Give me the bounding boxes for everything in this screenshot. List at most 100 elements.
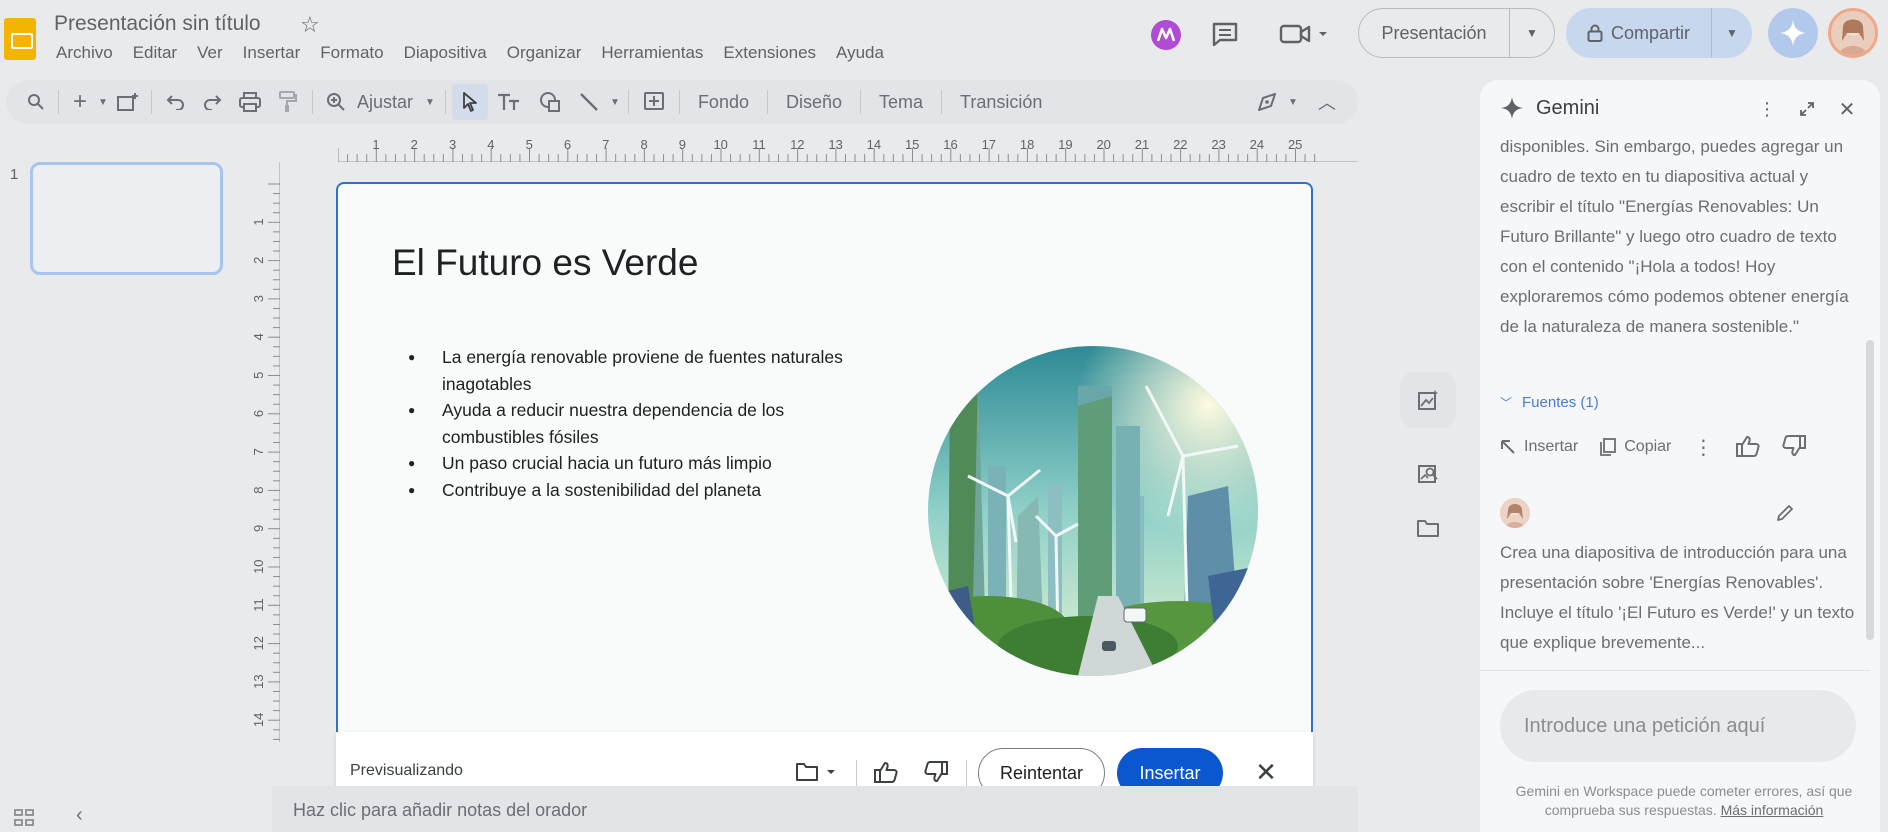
search-menus-icon[interactable] bbox=[20, 84, 52, 120]
insert-response-button[interactable]: Insertar bbox=[1500, 438, 1578, 456]
gemini-response: disponibles. Sin embargo, puedes agregar… bbox=[1500, 137, 1849, 336]
theme-button[interactable]: Tema bbox=[867, 92, 935, 113]
meet-icon[interactable] bbox=[1276, 14, 1336, 54]
layout-button[interactable]: Diseño bbox=[774, 92, 854, 113]
vertical-ruler[interactable]: 1234567891011121314 bbox=[251, 162, 280, 742]
comments-icon[interactable] bbox=[1205, 14, 1245, 54]
star-icon[interactable]: ☆ bbox=[300, 12, 320, 38]
speaker-notes-placeholder[interactable]: Haz clic para añadir notas del orador bbox=[293, 800, 587, 821]
document-title[interactable]: Presentación sin título bbox=[54, 12, 261, 36]
extension-icon[interactable] bbox=[1146, 15, 1186, 55]
select-cursor-icon[interactable] bbox=[451, 84, 488, 120]
horizontal-ruler[interactable]: 1 2 3 4 5 6 7 8 9 10 11 12 13 14 15 16 17 18 19 20 21 22 23 24 2… bbox=[337, 136, 1358, 162]
text-box-icon[interactable] bbox=[488, 84, 530, 120]
present-button[interactable]: Presentación ▼ bbox=[1358, 8, 1555, 58]
new-slide-plus-icon[interactable]: + bbox=[65, 84, 95, 120]
chevron-down-icon[interactable]: ▼ bbox=[608, 84, 622, 120]
grid-view-icon[interactable] bbox=[14, 808, 34, 832]
shape-icon[interactable] bbox=[530, 84, 570, 120]
new-slide-layout-icon[interactable] bbox=[111, 84, 145, 120]
print-icon[interactable] bbox=[230, 84, 270, 120]
menu-file[interactable]: Archivo bbox=[46, 43, 123, 63]
chevron-down-icon[interactable]: ▼ bbox=[1712, 26, 1752, 40]
menu-arrange[interactable]: Organizar bbox=[497, 43, 592, 63]
slide-canvas[interactable]: El Futuro es Verde La energía renovable … bbox=[336, 182, 1313, 732]
line-icon[interactable] bbox=[570, 84, 608, 120]
ruler-label: 8 bbox=[254, 486, 266, 493]
ruler-label: 23 bbox=[1211, 137, 1225, 152]
slide-thumbnail[interactable] bbox=[30, 162, 223, 275]
pen-tool-icon[interactable] bbox=[1252, 84, 1282, 120]
close-icon[interactable]: ✕ bbox=[1834, 96, 1860, 122]
bullet-item: Ayuda a reducir nuestra dependencia de l… bbox=[408, 397, 848, 450]
folder-icon[interactable] bbox=[792, 754, 848, 790]
add-comment-icon[interactable] bbox=[635, 84, 673, 120]
ruler-label: 19 bbox=[1058, 137, 1072, 152]
learn-more-link[interactable]: Más información bbox=[1721, 802, 1824, 818]
green-city-image[interactable] bbox=[928, 346, 1258, 676]
thumbs-down-icon[interactable] bbox=[918, 754, 954, 790]
collapse-toolbar-icon[interactable]: ︿ bbox=[1312, 84, 1342, 120]
insert-response-label: Insertar bbox=[1524, 438, 1579, 455]
edit-pencil-icon[interactable] bbox=[1776, 504, 1794, 527]
expand-icon[interactable] bbox=[1794, 96, 1820, 122]
more-vert-icon[interactable]: ⋮ bbox=[1754, 96, 1780, 122]
scrollbar-thumb[interactable] bbox=[1866, 340, 1874, 640]
sources-toggle[interactable]: ﹀ Fuentes (1) bbox=[1500, 394, 1599, 411]
copy-button[interactable]: Copiar bbox=[1600, 438, 1671, 456]
thumbs-down-icon[interactable] bbox=[1782, 435, 1806, 462]
generate-image-icon[interactable] bbox=[1412, 384, 1444, 416]
folder-icon[interactable] bbox=[1412, 512, 1444, 544]
menu-extensions[interactable]: Extensiones bbox=[713, 43, 826, 63]
gemini-header: Gemini ⋮ ✕ bbox=[1480, 80, 1880, 136]
ruler-label: 14 bbox=[867, 137, 881, 152]
ruler-label: 11 bbox=[752, 137, 766, 152]
chevron-down-icon[interactable]: ▼ bbox=[95, 84, 111, 120]
thumbs-up-icon[interactable] bbox=[1736, 435, 1760, 462]
zoom-select[interactable]: Ajustar ▼ bbox=[353, 84, 439, 120]
background-button[interactable]: Fondo bbox=[686, 92, 761, 113]
chevron-down-icon: ﹀ bbox=[1500, 396, 1513, 410]
present-label[interactable]: Presentación bbox=[1359, 9, 1510, 57]
menu-bar: Archivo Editar Ver Insertar Formato Diap… bbox=[46, 43, 894, 63]
menu-help[interactable]: Ayuda bbox=[826, 43, 894, 63]
ruler-label: 1 bbox=[372, 137, 379, 152]
bullet-item: La energía renovable proviene de fuentes… bbox=[408, 344, 848, 397]
image-search-icon[interactable] bbox=[1412, 458, 1444, 490]
top-bar: Presentación sin título ☆ Archivo Editar… bbox=[0, 0, 1888, 72]
zoom-icon[interactable] bbox=[319, 84, 353, 120]
transition-button[interactable]: Transición bbox=[948, 92, 1054, 113]
share-button[interactable]: Compartir ▼ bbox=[1566, 8, 1752, 58]
gemini-prompt-input[interactable] bbox=[1500, 690, 1856, 762]
ruler-label: 6 bbox=[564, 137, 571, 152]
slides-logo-icon[interactable] bbox=[4, 18, 36, 60]
thumbs-up-icon[interactable] bbox=[868, 754, 904, 790]
ruler-label: 22 bbox=[1173, 137, 1187, 152]
menu-insert[interactable]: Insertar bbox=[233, 43, 311, 63]
close-icon[interactable]: ✕ bbox=[1248, 754, 1284, 790]
share-main[interactable]: Compartir bbox=[1566, 8, 1712, 58]
gemini-scrollbar[interactable] bbox=[1866, 120, 1874, 680]
menu-edit[interactable]: Editar bbox=[123, 43, 187, 63]
ruler-label: 7 bbox=[602, 137, 609, 152]
gemini-sparkle-icon[interactable] bbox=[1768, 8, 1818, 58]
gemini-title: Gemini bbox=[1536, 97, 1600, 119]
paint-format-icon[interactable] bbox=[270, 84, 306, 120]
redo-icon[interactable] bbox=[194, 84, 230, 120]
ruler-label: 3 bbox=[254, 295, 266, 302]
menu-view[interactable]: Ver bbox=[187, 43, 233, 63]
menu-tools[interactable]: Herramientas bbox=[591, 43, 713, 63]
slide-bullet-list[interactable]: La energía renovable proviene de fuentes… bbox=[408, 344, 848, 503]
ruler-label: 8 bbox=[640, 137, 647, 152]
chevron-down-icon[interactable]: ▼ bbox=[1286, 84, 1300, 120]
more-vert-icon[interactable]: ⋮ bbox=[1693, 435, 1713, 460]
collapse-filmstrip-icon[interactable]: ‹ bbox=[76, 804, 83, 827]
account-avatar[interactable] bbox=[1828, 8, 1878, 58]
menu-slide[interactable]: Diapositiva bbox=[394, 43, 497, 63]
user-prompt-message: Crea una diapositiva de introducción par… bbox=[1500, 543, 1855, 652]
menu-format[interactable]: Formato bbox=[310, 43, 393, 63]
undo-icon[interactable] bbox=[158, 84, 194, 120]
chevron-down-icon[interactable]: ▼ bbox=[1510, 26, 1554, 40]
copy-icon bbox=[1600, 438, 1617, 456]
slide-title[interactable]: El Futuro es Verde bbox=[392, 242, 698, 284]
